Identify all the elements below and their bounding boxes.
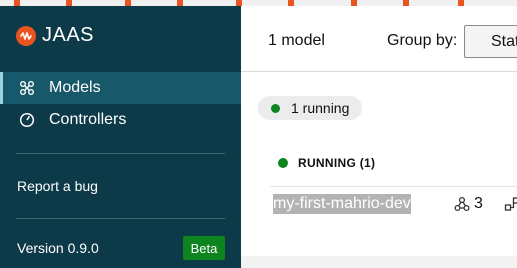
table-row-divider (270, 186, 517, 187)
sidebar-divider (16, 218, 225, 219)
juju-logo-icon (16, 25, 36, 46)
bottom-scroll-area (241, 256, 517, 268)
sidebar-divider (16, 153, 225, 154)
controllers-icon (18, 111, 36, 129)
units-icon (454, 196, 470, 212)
running-status-icon (271, 103, 280, 113)
sidebar-item-models[interactable]: Models (0, 72, 241, 104)
group-heading-running: RUNNING (1) (278, 156, 376, 170)
report-bug-link[interactable]: Report a bug (17, 178, 98, 194)
running-filter-chip[interactable]: 1 running (258, 96, 363, 120)
group-heading-label: RUNNING (1) (298, 156, 376, 170)
model-units: 3 (454, 195, 483, 213)
sidebar-item-controllers[interactable]: Controllers (0, 104, 241, 136)
chip-label: 1 running (291, 100, 350, 116)
brand[interactable]: JAAS (16, 24, 94, 47)
sidebar-nav: Models Controllers (0, 72, 241, 136)
beta-badge: Beta (183, 236, 225, 260)
models-header: 1 model Group by: Status (241, 6, 517, 72)
version-text: Version 0.9.0 (17, 240, 99, 256)
sidebar-item-label: Controllers (49, 111, 127, 128)
sidebar-item-label: Models (49, 79, 101, 96)
model-count: 1 model (268, 32, 325, 49)
main-content: 1 model Group by: Status 1 running RUNNI… (241, 6, 517, 268)
units-count: 3 (474, 195, 483, 212)
machines-icon (504, 196, 517, 212)
running-status-icon (278, 158, 288, 168)
group-by-label: Group by: (387, 32, 458, 49)
models-icon (18, 79, 36, 97)
sidebar: JAAS Models Controllers Report a bug Ver… (0, 6, 241, 268)
brand-name: JAAS (42, 24, 95, 46)
group-by-select[interactable]: Status (464, 25, 517, 58)
model-name-link[interactable]: my-first-mahrio-dev (273, 194, 411, 214)
